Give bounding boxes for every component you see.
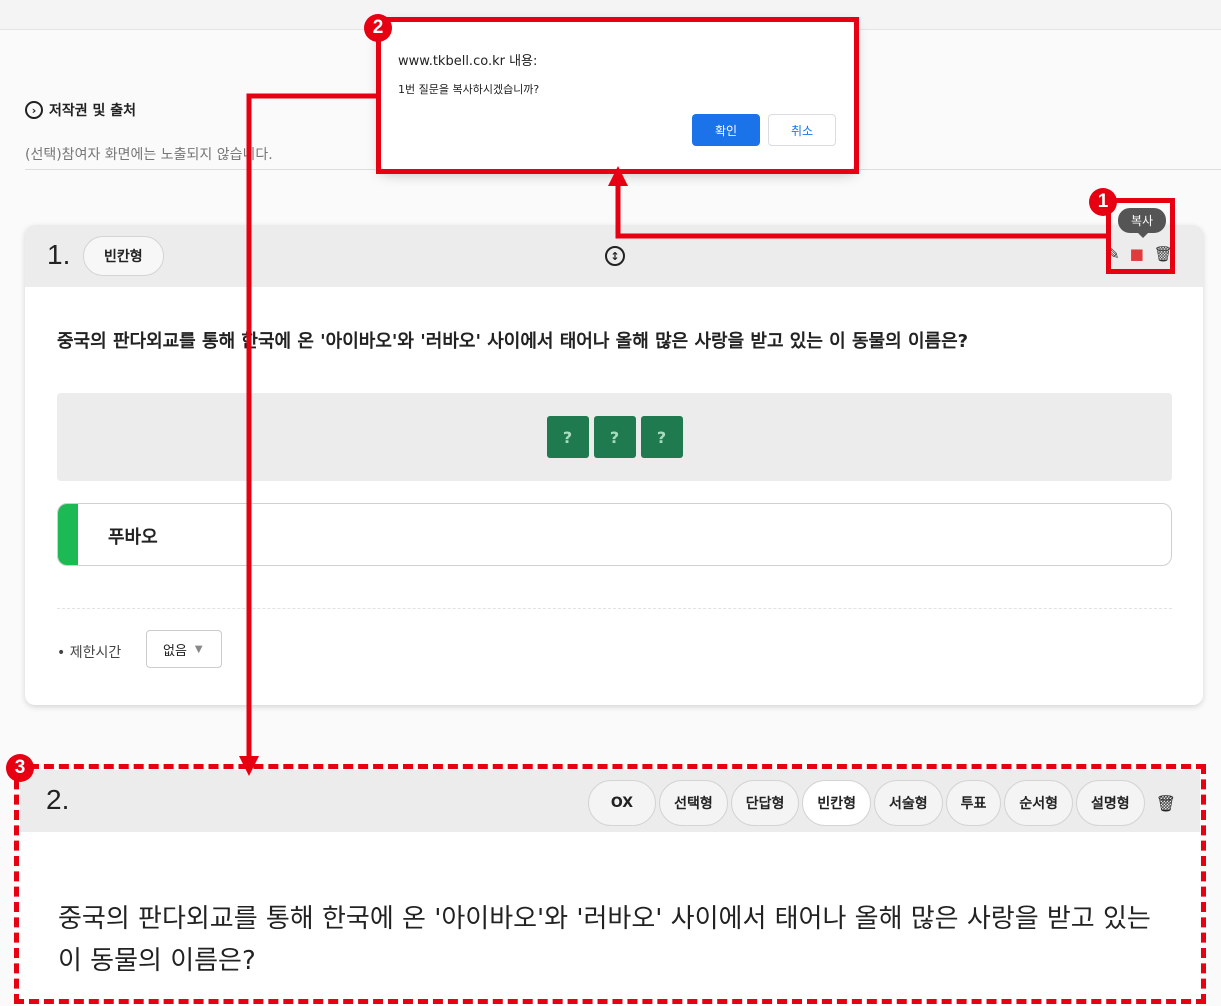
blank-cell: ? — [640, 416, 683, 458]
annotation-box-copy — [1106, 198, 1175, 274]
question-card-1: 1. 빈칸형 ↕ ✎ ■ 🗑 중국의 판다외교를 통해 한국에 온 '아이바오'… — [25, 225, 1203, 705]
time-limit-select[interactable]: 없음 ▼ — [146, 630, 222, 668]
blank-area: ? ? ? — [57, 393, 1172, 481]
reorder-icon[interactable]: ↕ — [605, 246, 625, 266]
question-number: 1. — [47, 239, 71, 270]
question-text: 중국의 판다외교를 통해 한국에 온 '아이바오'와 '러바오' 사이에서 태어… — [57, 331, 969, 352]
answer-text: 푸바오 — [108, 527, 158, 548]
copyright-title: 저작권 및 출처 — [49, 103, 137, 119]
time-limit-value: 없음 — [163, 643, 187, 659]
annotation-badge-1: 1 — [1089, 188, 1117, 216]
question-header: 1. 빈칸형 ↕ ✎ ■ 🗑 — [25, 225, 1203, 287]
annotation-badge-2: 2 — [364, 14, 392, 42]
annotation-box-dialog — [376, 17, 859, 174]
blank-cell: ? — [546, 416, 589, 458]
answer-box: 푸바오 — [57, 503, 1172, 566]
chevron-right-icon: › — [25, 101, 43, 119]
answer-indicator-bar — [58, 504, 78, 565]
time-limit-label: • 제한시간 — [57, 645, 122, 661]
annotation-box-new-question — [14, 764, 1206, 1004]
blank-cell: ? — [593, 416, 636, 458]
dropdown-arrow-icon: ▼ — [194, 643, 203, 655]
question-type-badge[interactable]: 빈칸형 — [83, 236, 164, 276]
divider — [57, 608, 1172, 609]
annotation-badge-3: 3 — [6, 754, 34, 782]
